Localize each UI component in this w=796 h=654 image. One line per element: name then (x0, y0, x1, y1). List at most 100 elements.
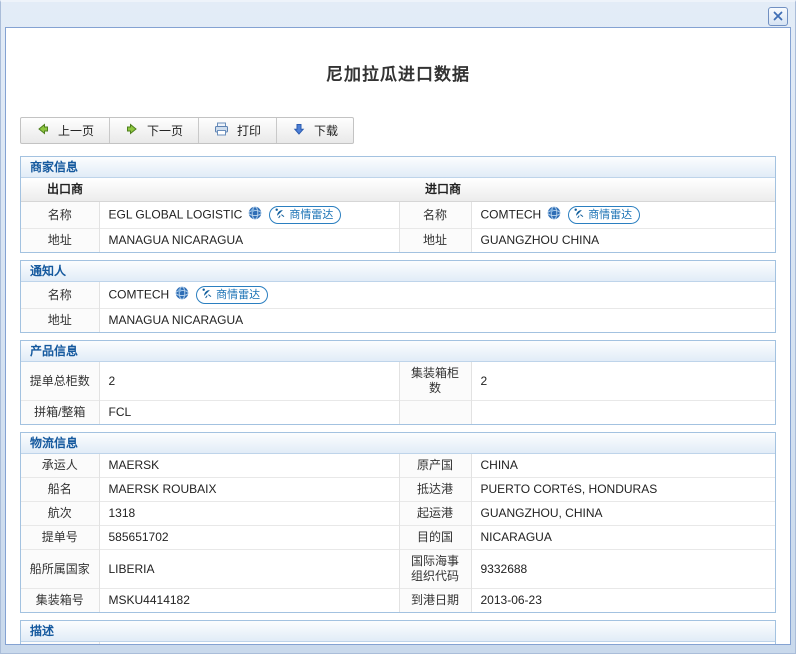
field-value: NICARAGUA (471, 526, 775, 550)
field-value: FCL (99, 401, 399, 425)
dialog-window: 尼加拉瓜进口数据 上一页 下一页 (0, 0, 796, 654)
globe-icon[interactable] (547, 206, 561, 224)
table-row: 拼箱/整箱 FCL (21, 401, 775, 425)
table-row: 产品描述 SISTEMAS DE PODER (21, 642, 775, 645)
radar-badge[interactable]: 商情雷达 (269, 206, 341, 224)
field-value: 2 (99, 362, 399, 401)
field-value: 9332688 (471, 550, 775, 589)
radar-dish-icon (201, 287, 213, 304)
field-label (399, 401, 471, 425)
radar-badge-label: 商情雷达 (289, 208, 333, 223)
field-label: 承运人 (21, 454, 99, 478)
field-label: 航次 (21, 502, 99, 526)
field-value: LIBERIA (99, 550, 399, 589)
field-value: 585651702 (99, 526, 399, 550)
prev-page-button[interactable]: 上一页 (21, 118, 110, 143)
field-value: MAERSK ROUBAIX (99, 478, 399, 502)
field-label: 抵达港 (399, 478, 471, 502)
table-row: 名称 EGL GLOBAL LOGISTIC 商情雷达 名称 COMTECH 商情雷… (21, 202, 775, 229)
field-value: PUERTO CORTéS, HONDURAS (471, 478, 775, 502)
next-page-button[interactable]: 下一页 (110, 118, 199, 143)
field-label: 原产国 (399, 454, 471, 478)
table-row: 提单号 585651702 目的国 NICARAGUA (21, 526, 775, 550)
close-icon (773, 8, 783, 26)
radar-dish-icon (573, 207, 585, 224)
field-label: 集装箱柜数 (399, 362, 471, 401)
arrow-left-icon (36, 122, 50, 139)
table-row: 航次 1318 起运港 GUANGZHOU, CHINA (21, 502, 775, 526)
next-page-label: 下一页 (147, 122, 183, 139)
field-label: 起运港 (399, 502, 471, 526)
radar-badge[interactable]: 商情雷达 (568, 206, 640, 224)
section-notify-party: 通知人 名称 COMTECH商情雷达 地址 MANAGUA NICARAGUA (20, 260, 776, 333)
close-button[interactable] (768, 7, 788, 26)
field-value: GUANGZHOU, CHINA (471, 502, 775, 526)
table-row: 地址 MANAGUA NICARAGUA 地址 GUANGZHOU CHINA (21, 229, 775, 253)
section-logistics-info: 物流信息 承运人 MAERSK 原产国 CHINA 船名 MAERSK ROUB… (20, 432, 776, 613)
section-header: 描述 (21, 621, 775, 642)
table-row: 提单总柜数 2 集装箱柜数 2 (21, 362, 775, 401)
radar-badge[interactable]: 商情雷达 (196, 286, 268, 304)
printer-icon (214, 122, 229, 139)
section-merchant-info: 商家信息 出口商 进口商 名称 EGL GLOBAL LOGISTIC 商情雷达 … (20, 156, 776, 253)
importer-name: COMTECH (481, 208, 542, 222)
notify-name-cell: COMTECH 商情雷达 (99, 282, 775, 309)
merchant-table: 出口商 进口商 名称 EGL GLOBAL LOGISTIC 商情雷达 名称 CO… (21, 178, 775, 252)
notify-table: 名称 COMTECH 商情雷达 地址 MANAGUA NICARAGUA (21, 282, 775, 332)
field-label: 地址 (399, 229, 471, 253)
notify-address: MANAGUA NICARAGUA (99, 309, 775, 333)
notify-name: COMTECH (109, 288, 170, 302)
table-row: 承运人 MAERSK 原产国 CHINA (21, 454, 775, 478)
dialog-content-panel: 尼加拉瓜进口数据 上一页 下一页 (5, 27, 791, 645)
importer-header: 进口商 (399, 178, 775, 202)
field-value: 2 (471, 362, 775, 401)
field-value: MSKU4414182 (99, 589, 399, 613)
download-label: 下载 (314, 122, 338, 139)
table-row: 出口商 进口商 (21, 178, 775, 202)
field-label: 目的国 (399, 526, 471, 550)
field-value: 1318 (99, 502, 399, 526)
radar-badge-label: 商情雷达 (588, 208, 632, 223)
print-label: 打印 (237, 122, 261, 139)
field-label: 产品描述 (21, 642, 99, 645)
page-title: 尼加拉瓜进口数据 (6, 60, 790, 85)
section-header: 产品信息 (21, 341, 775, 362)
field-label: 船名 (21, 478, 99, 502)
product-table: 提单总柜数 2 集装箱柜数 2 拼箱/整箱 FCL (21, 362, 775, 424)
table-row: 船所属国家 LIBERIA 国际海事组织代码 9332688 (21, 550, 775, 589)
globe-icon[interactable] (248, 206, 262, 224)
field-value (471, 401, 775, 425)
exporter-name-cell: EGL GLOBAL LOGISTIC 商情雷达 (99, 202, 399, 229)
field-label: 到港日期 (399, 589, 471, 613)
field-label: 船所属国家 (21, 550, 99, 589)
prev-page-label: 上一页 (58, 122, 94, 139)
table-row: 船名 MAERSK ROUBAIX 抵达港 PUERTO CORTéS, HON… (21, 478, 775, 502)
print-button[interactable]: 打印 (199, 118, 277, 143)
radar-badge-label: 商情雷达 (216, 288, 260, 303)
pager-toolbar: 上一页 下一页 打印 (20, 117, 354, 144)
section-header: 商家信息 (21, 157, 775, 178)
field-label: 地址 (21, 309, 99, 333)
field-label: 名称 (21, 282, 99, 309)
field-label: 提单总柜数 (21, 362, 99, 401)
field-value: CHINA (471, 454, 775, 478)
globe-icon[interactable] (175, 286, 189, 304)
field-label: 名称 (399, 202, 471, 229)
field-label: 集装箱号 (21, 589, 99, 613)
arrow-right-icon (125, 122, 139, 139)
field-value: 2013-06-23 (471, 589, 775, 613)
table-row: 地址 MANAGUA NICARAGUA (21, 309, 775, 333)
arrow-down-icon (292, 122, 306, 139)
field-label: 名称 (21, 202, 99, 229)
product-description: SISTEMAS DE PODER (99, 642, 775, 645)
section-header: 物流信息 (21, 433, 775, 454)
download-button[interactable]: 下载 (277, 118, 353, 143)
section-product-info: 产品信息 提单总柜数 2 集装箱柜数 2 拼箱/整箱 FCL (20, 340, 776, 425)
radar-dish-icon (274, 207, 286, 224)
field-label: 国际海事组织代码 (399, 550, 471, 589)
importer-address: GUANGZHOU CHINA (471, 229, 775, 253)
exporter-name: EGL GLOBAL LOGISTIC (109, 208, 243, 222)
field-label: 提单号 (21, 526, 99, 550)
description-table: 产品描述 SISTEMAS DE PODER (21, 642, 775, 645)
field-value: MAERSK (99, 454, 399, 478)
